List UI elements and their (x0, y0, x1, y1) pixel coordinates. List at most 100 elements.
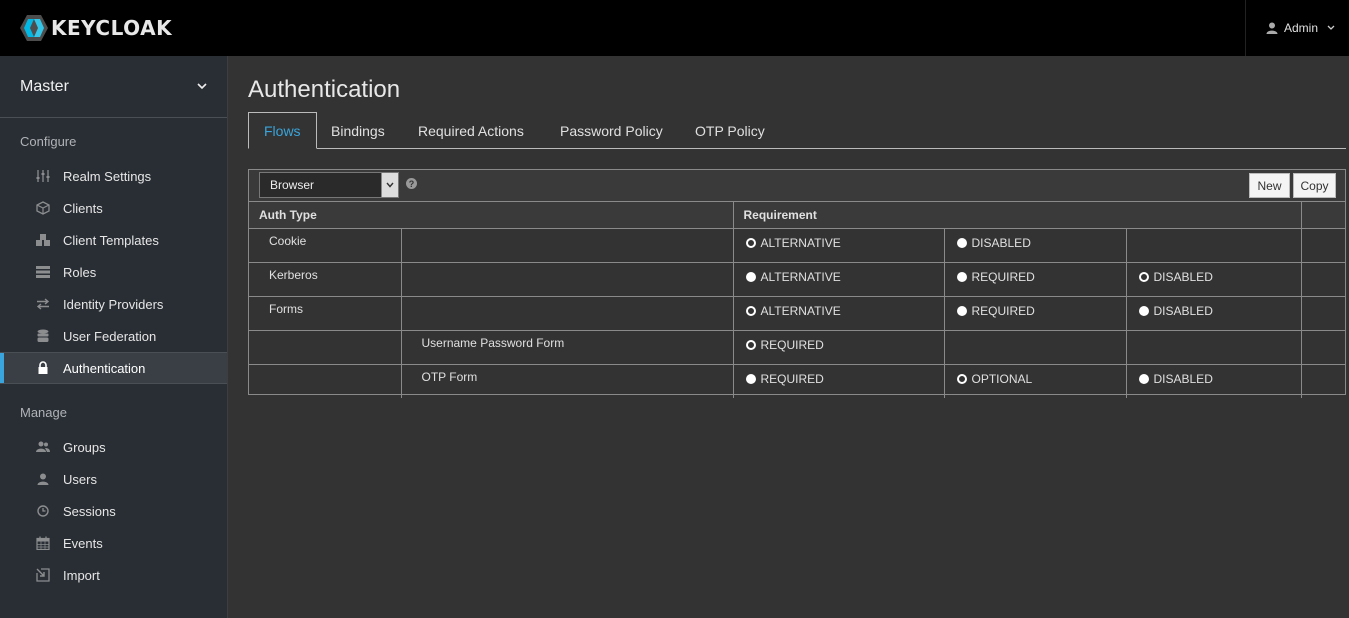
execution-name: Forms (249, 296, 402, 331)
calendar-icon (35, 536, 51, 550)
top-navbar: KEYCLOAK Admin (0, 0, 1349, 56)
requirement-option[interactable]: DISABLED (1126, 364, 1302, 398)
execution-name: Cookie (249, 228, 402, 263)
option-label: ALTERNATIVE (760, 303, 841, 318)
sidebar-item-import[interactable]: Import (0, 559, 227, 591)
user-menu[interactable]: Admin (1245, 0, 1349, 56)
sidebar-item-label: User Federation (63, 328, 157, 344)
tab-otp-policy[interactable]: OTP Policy (695, 112, 765, 149)
option-label: REQUIRED (760, 371, 824, 386)
configure-heading: Configure (20, 134, 77, 149)
import-icon (35, 568, 51, 582)
sidebar-item-sessions[interactable]: Sessions (0, 495, 227, 527)
radio-checked[interactable] (956, 373, 967, 384)
sidebar-item-label: Client Templates (63, 232, 159, 248)
sidebar-item-label: Clients (63, 200, 103, 216)
radio-unchecked[interactable] (1138, 373, 1149, 384)
sidebar-item-label: Identity Providers (63, 296, 164, 312)
radio-unchecked[interactable] (956, 305, 967, 316)
empty-cell (401, 262, 734, 297)
tab-flows[interactable]: Flows (248, 112, 317, 149)
sidebar-item-users[interactable]: Users (0, 463, 227, 495)
table-row: OTP Form REQUIRED OPTIONAL DISABLED (249, 364, 1345, 398)
requirement-option[interactable]: ALTERNATIVE (733, 228, 945, 263)
sidebar-item-realm-settings[interactable]: Realm Settings (0, 160, 227, 192)
radio-unchecked[interactable] (956, 237, 967, 248)
actions-header (1301, 202, 1345, 229)
radio-unchecked[interactable] (956, 271, 967, 282)
manage-heading: Manage (20, 405, 67, 420)
requirement-option[interactable]: REQUIRED (733, 364, 945, 398)
cubes-icon (35, 233, 51, 247)
database-icon (35, 329, 51, 343)
option-label: DISABLED (1153, 303, 1213, 318)
actions-cell (1301, 228, 1345, 263)
sidebar-item-user-federation[interactable]: User Federation (0, 320, 227, 352)
table-row: Kerberos ALTERNATIVE REQUIRED DISABLED (249, 262, 1345, 297)
sidebar-item-label: Authentication (63, 360, 146, 376)
user-name: Admin (1284, 21, 1319, 35)
sidebar-item-label: Roles (63, 264, 97, 280)
option-label: OPTIONAL (971, 371, 1033, 386)
requirement-option[interactable]: ALTERNATIVE (733, 296, 945, 331)
empty-cell (249, 364, 402, 398)
sidebar-item-roles[interactable]: Roles (0, 256, 227, 288)
user-icon (1266, 22, 1278, 34)
sidebar-item-clients[interactable]: Clients (0, 192, 227, 224)
requirement-option[interactable]: REQUIRED (944, 296, 1127, 331)
flow-select[interactable]: Browser (259, 172, 399, 198)
requirement-option[interactable]: REQUIRED (733, 330, 945, 365)
table-row: Cookie ALTERNATIVE DISABLED (249, 228, 1345, 263)
tab-required-actions[interactable]: Required Actions (418, 112, 524, 149)
empty-cell (944, 330, 1127, 365)
sidebar-item-groups[interactable]: Groups (0, 431, 227, 463)
radio-checked[interactable] (745, 237, 756, 248)
requirement-option[interactable]: DISABLED (1126, 296, 1302, 331)
tab-password-policy[interactable]: Password Policy (560, 112, 663, 149)
requirement-option[interactable]: REQUIRED (944, 262, 1127, 297)
sidebar-item-client-templates[interactable]: Client Templates (0, 224, 227, 256)
empty-cell (1126, 228, 1302, 263)
tab-label: Bindings (331, 122, 385, 139)
page-title: Authentication (248, 76, 401, 103)
flow-executions-table: Auth Type Requirement Cookie ALTERNATIVE… (249, 202, 1345, 398)
actions-cell (1301, 262, 1345, 297)
realm-selector[interactable]: Master (0, 56, 227, 118)
radio-unchecked[interactable] (1138, 305, 1149, 316)
radio-unchecked[interactable] (745, 271, 756, 282)
tab-label: OTP Policy (695, 122, 765, 139)
empty-cell (401, 228, 734, 263)
sidebar-item-identity-providers[interactable]: Identity Providers (0, 288, 227, 320)
radio-unchecked[interactable] (745, 373, 756, 384)
sidebar-item-authentication[interactable]: Authentication (0, 352, 227, 384)
radio-checked[interactable] (1138, 271, 1149, 282)
option-label: DISABLED (1153, 371, 1213, 386)
requirement-option[interactable]: DISABLED (1126, 262, 1302, 297)
realm-name: Master (20, 77, 69, 95)
radio-checked[interactable] (745, 339, 756, 350)
radio-checked[interactable] (745, 305, 756, 316)
tab-label: Password Policy (560, 122, 663, 139)
tab-bar: Flows Bindings Required Actions Password… (248, 112, 1346, 149)
requirement-option[interactable]: DISABLED (944, 228, 1127, 263)
sidebar-item-label: Sessions (63, 503, 116, 519)
option-label: REQUIRED (760, 337, 824, 352)
actions-cell (1301, 364, 1345, 398)
exchange-icon (35, 297, 51, 311)
help-icon[interactable]: ? (406, 178, 417, 189)
tab-label: Flows (264, 122, 301, 139)
tab-bindings[interactable]: Bindings (331, 112, 385, 149)
empty-cell (401, 296, 734, 331)
chevron-down-icon (1327, 25, 1335, 30)
sidebar-item-events[interactable]: Events (0, 527, 227, 559)
new-flow-button[interactable]: New (1249, 173, 1290, 198)
execution-name: Kerberos (249, 262, 402, 297)
option-label: DISABLED (1153, 269, 1213, 284)
requirement-option[interactable]: ALTERNATIVE (733, 262, 945, 297)
requirement-option[interactable]: OPTIONAL (944, 364, 1127, 398)
sidebar-item-label: Groups (63, 439, 106, 455)
lock-icon (35, 361, 51, 375)
actions-cell (1301, 330, 1345, 365)
keycloak-logo[interactable]: KEYCLOAK (19, 13, 172, 43)
copy-flow-button[interactable]: Copy (1293, 173, 1336, 198)
